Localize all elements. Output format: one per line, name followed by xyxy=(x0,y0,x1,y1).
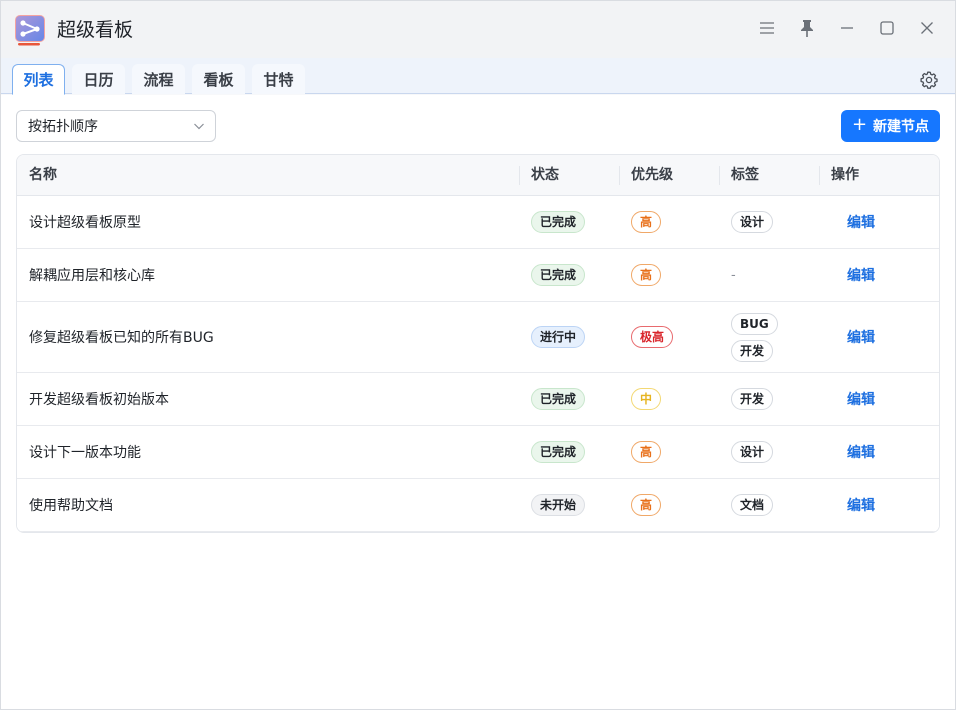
task-name: 使用帮助文档 xyxy=(29,498,113,514)
header-tags: 标签 xyxy=(731,167,759,183)
header-name: 名称 xyxy=(29,167,57,183)
header-divider xyxy=(619,166,620,185)
status-badge: 进行中 xyxy=(531,326,586,348)
app-logo-icon xyxy=(15,15,45,46)
priority-badge: 高 xyxy=(631,494,662,516)
table-row: 设计下一版本功能 已完成 高 设计 编辑 xyxy=(17,426,939,479)
priority-badge: 高 xyxy=(631,211,662,233)
maximize-icon xyxy=(880,21,894,35)
table-row: 设计超级看板原型 已完成 高 设计 编辑 xyxy=(17,196,939,249)
status-badge: 已完成 xyxy=(531,264,586,286)
header-priority: 优先级 xyxy=(631,167,673,183)
edit-link[interactable]: 编辑 xyxy=(847,389,875,409)
task-name: 设计超级看板原型 xyxy=(29,215,141,231)
view-tabs: 列表 日历 流程 看板 甘特 xyxy=(1,58,955,95)
tab-kanban[interactable]: 看板 xyxy=(192,64,245,94)
task-table: 名称 状态 优先级 标签 操作 设计超级看板原型 已完成 高 设计 编辑 解耦应 xyxy=(16,154,940,533)
tab-flow[interactable]: 流程 xyxy=(132,64,185,94)
task-name: 解耦应用层和核心库 xyxy=(29,268,155,284)
priority-badge: 高 xyxy=(631,264,662,286)
minimize-icon xyxy=(841,27,853,29)
priority-badge: 中 xyxy=(631,388,662,410)
priority-badge: 极高 xyxy=(631,326,674,348)
app-window: 超级看板 列表 日历 流程 看板 甘特 按拓扑顺序 + 新建节点 名称 状态 优… xyxy=(0,0,956,710)
sort-select-value: 按拓扑顺序 xyxy=(28,119,98,135)
close-button[interactable] xyxy=(916,17,938,39)
edit-link[interactable]: 编辑 xyxy=(847,442,875,462)
title-bar: 超级看板 xyxy=(1,1,955,58)
tag-badge: 开发 xyxy=(731,388,774,410)
gear-icon[interactable] xyxy=(919,70,939,90)
close-icon xyxy=(921,22,933,34)
task-name: 修复超级看板已知的所有BUG xyxy=(29,330,214,346)
task-name: 开发超级看板初始版本 xyxy=(29,392,169,408)
tab-list[interactable]: 列表 xyxy=(12,64,65,95)
table-row: 解耦应用层和核心库 已完成 高 - 编辑 xyxy=(17,249,939,302)
sort-select[interactable]: 按拓扑顺序 xyxy=(16,110,216,142)
header-status: 状态 xyxy=(531,167,559,183)
list-view: 按拓扑顺序 + 新建节点 名称 状态 优先级 标签 操作 设计超级看板原型 已完… xyxy=(1,95,955,709)
tab-calendar[interactable]: 日历 xyxy=(72,64,125,94)
tag-badge: 设计 xyxy=(731,211,774,233)
table-row: 修复超级看板已知的所有BUG 进行中 极高 BUG 开发 编辑 xyxy=(17,302,939,373)
status-badge: 已完成 xyxy=(531,388,586,410)
edit-link[interactable]: 编辑 xyxy=(847,212,875,232)
new-node-button[interactable]: + 新建节点 xyxy=(841,110,940,142)
chevron-down-icon xyxy=(194,123,204,130)
app-title: 超级看板 xyxy=(57,19,134,41)
pin-button[interactable] xyxy=(796,17,818,39)
status-badge: 已完成 xyxy=(531,211,586,233)
task-name: 设计下一版本功能 xyxy=(29,445,141,461)
table-row: 使用帮助文档 未开始 高 文档 编辑 xyxy=(17,479,939,532)
minimize-button[interactable] xyxy=(836,17,858,39)
status-badge: 已完成 xyxy=(531,441,586,463)
maximize-button[interactable] xyxy=(876,17,898,39)
tag-badge: BUG xyxy=(731,312,778,335)
header-actions: 操作 xyxy=(831,167,859,183)
hamburger-icon xyxy=(760,22,774,34)
empty-tag-placeholder: - xyxy=(731,267,736,283)
tag-badge: 文档 xyxy=(731,494,774,516)
menu-button[interactable] xyxy=(756,17,778,39)
edit-link[interactable]: 编辑 xyxy=(847,327,875,347)
priority-badge: 高 xyxy=(631,441,662,463)
plus-icon: + xyxy=(851,114,868,135)
tag-badge: 开发 xyxy=(731,339,774,362)
edit-link[interactable]: 编辑 xyxy=(847,495,875,515)
table-row: 开发超级看板初始版本 已完成 中 开发 编辑 xyxy=(17,373,939,426)
header-divider xyxy=(719,166,720,185)
table-header: 名称 状态 优先级 标签 操作 xyxy=(17,155,939,196)
tab-gantt[interactable]: 甘特 xyxy=(252,64,305,94)
header-divider xyxy=(819,166,820,185)
edit-link[interactable]: 编辑 xyxy=(847,265,875,285)
status-badge: 未开始 xyxy=(531,494,586,516)
new-node-label: 新建节点 xyxy=(873,119,930,135)
tag-badge: 设计 xyxy=(731,441,774,463)
pin-icon xyxy=(801,20,813,37)
header-divider xyxy=(519,166,520,185)
